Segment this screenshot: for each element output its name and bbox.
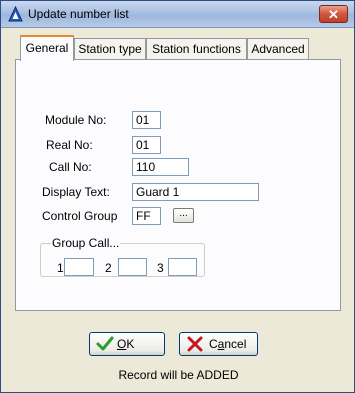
group-call-label-3: 3 [157,261,164,275]
call-no-label: Call No: [49,160,92,174]
status-text: Record will be ADDED [118,368,239,382]
tab-label: Advanced [251,42,305,56]
tab-station-type[interactable]: Station type [74,38,146,59]
window-title: Update number list [28,7,129,21]
module-no-label: Module No: [45,113,107,127]
group-call-field-1[interactable] [64,258,94,276]
real-no-field[interactable]: 01 [132,136,161,154]
dialog-window: Update number list ✕ General Station typ… [0,0,355,393]
group-call-label-1: 1 [57,261,64,275]
call-no-field[interactable]: 110 [132,158,189,176]
cancel-x-icon [187,336,203,352]
cancel-button-label: Cancel [209,337,247,351]
close-icon: ✕ [328,7,339,22]
app-icon [8,6,23,22]
tab-station-functions[interactable]: Station functions [146,38,247,59]
group-call-field-3[interactable] [168,258,197,276]
display-text-label: Display Text: [42,185,110,199]
display-text-field[interactable]: Guard 1 [132,183,259,201]
group-call-label-2: 2 [105,261,112,275]
group-call-field-2[interactable] [118,258,147,276]
ok-button-label: OK [117,337,135,351]
tab-label: General [25,41,69,55]
control-group-field[interactable]: FF [132,207,161,225]
module-no-field[interactable]: 01 [132,111,161,129]
cancel-button[interactable]: Cancel [179,332,258,356]
control-group-browse-button[interactable]: ... [173,208,194,223]
title-bar[interactable]: Update number list ✕ [1,1,354,28]
tab-label: Station functions [152,42,241,56]
tab-advanced[interactable]: Advanced [247,38,309,59]
tab-label: Station type [78,42,142,56]
control-group-label: Control Group [42,209,118,223]
ok-button[interactable]: OK [89,332,165,356]
group-call-legend: Group Call... [51,236,121,250]
real-no-label: Real No: [46,138,93,152]
close-button[interactable]: ✕ [319,5,348,23]
check-icon [96,336,114,351]
tab-general[interactable]: General [20,35,74,61]
